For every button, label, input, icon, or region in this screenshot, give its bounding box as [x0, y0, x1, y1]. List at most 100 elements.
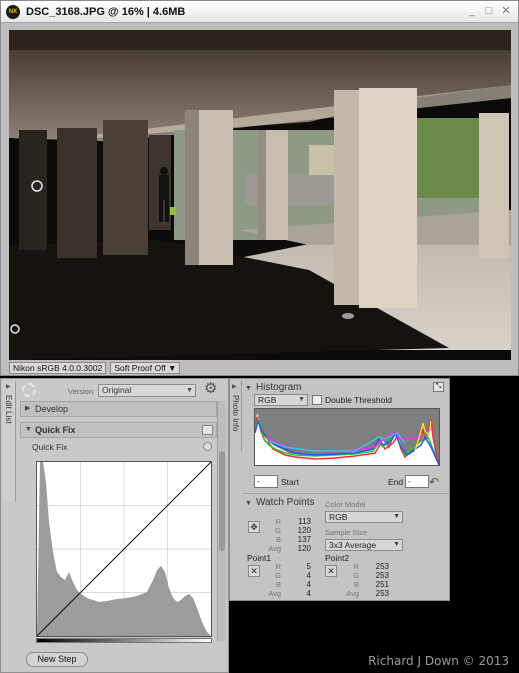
- histogram-display[interactable]: [254, 408, 440, 466]
- copyright-watermark: Richard J Down © 2013: [368, 654, 509, 668]
- develop-section[interactable]: ▶ Develop: [20, 401, 217, 417]
- point2-r-value: 253: [375, 562, 389, 571]
- photo-info-tab[interactable]: ▶ Photo Info: [230, 381, 242, 451]
- minimize-button[interactable]: _: [466, 5, 478, 17]
- start-label: Start: [281, 477, 299, 487]
- develop-label: Develop: [35, 404, 69, 414]
- color-profile-label: Nikon sRGB 4.0.0.3002: [9, 362, 107, 374]
- point1-avg-value: 4: [306, 589, 311, 598]
- point2-g-value: 253: [375, 571, 389, 580]
- version-dropdown[interactable]: Original ▼: [98, 384, 196, 397]
- image-window: NX DSC_3168.JPG @ 16% | 4.6MB _ □ ✕ Niko…: [0, 0, 519, 376]
- quick-fix-checkbox[interactable]: [202, 425, 213, 435]
- delete-point-icon: ✕: [327, 566, 335, 576]
- double-threshold-label: Double Threshold: [325, 395, 392, 405]
- collapse-arrow-icon: ▼: [245, 500, 252, 507]
- channel-label-r: R: [275, 517, 281, 526]
- sample-size-label: Sample Size: [325, 528, 368, 537]
- point2-label-avg: Avg: [346, 589, 359, 598]
- dropdown-arrow-icon: ▼: [393, 513, 400, 520]
- dropdown-arrow-icon: ▼: [186, 387, 193, 394]
- color-model-label: Color Model: [325, 500, 366, 509]
- collapse-arrow-icon: ▼: [245, 385, 252, 392]
- quick-fix-sublabel: Quick Fix: [32, 442, 68, 452]
- dropdown-arrow-icon: ▼: [298, 396, 305, 403]
- close-button[interactable]: ✕: [500, 5, 512, 17]
- version-value: Original: [102, 385, 132, 395]
- photo-info-tab-label: Photo Info: [231, 395, 240, 432]
- watch-points-header[interactable]: ▼ Watch Points: [245, 497, 314, 508]
- window-titlebar[interactable]: NX DSC_3168.JPG @ 16% | 4.6MB _ □ ✕: [1, 1, 518, 23]
- start-input[interactable]: -: [254, 475, 278, 488]
- dropdown-arrow-icon: ▼: [393, 541, 400, 548]
- edit-list-panel: ▶ Edit List Version Original ▼ ⚙ ▶ Devel…: [0, 378, 229, 673]
- color-model-value: RGB: [329, 512, 348, 522]
- eyedropper-target-icon[interactable]: ⤡: [433, 382, 444, 392]
- maximize-button[interactable]: □: [483, 5, 495, 17]
- point1-g-value: 4: [306, 571, 311, 580]
- collapse-arrow-icon[interactable]: ▶: [232, 383, 237, 390]
- point2-label-r: R: [353, 562, 359, 571]
- quick-fix-reset-radio[interactable]: [203, 442, 212, 451]
- gear-icon[interactable]: ⚙: [204, 381, 217, 397]
- point1-r-value: 5: [306, 562, 311, 571]
- channel-label-avg: Avg: [268, 544, 281, 553]
- quick-fix-label: Quick Fix: [35, 425, 76, 435]
- channel-label-g: G: [275, 526, 281, 535]
- end-label: End: [388, 477, 404, 487]
- histogram-label: Histogram: [255, 382, 302, 393]
- busy-spinner-icon: [22, 383, 36, 397]
- delete-point1-button[interactable]: ✕: [248, 565, 260, 577]
- point1-label-b: B: [275, 580, 281, 589]
- window-title: DSC_3168.JPG @ 16% | 4.6MB: [26, 6, 186, 18]
- new-step-button[interactable]: New Step: [26, 652, 88, 667]
- active-b-value: 137: [297, 535, 311, 544]
- nx-logo-icon: NX: [6, 5, 20, 19]
- soft-proof-dropdown[interactable]: Soft Proof Off ▼: [110, 362, 181, 374]
- scrollbar-thumb[interactable]: [219, 451, 225, 551]
- histogram-graph: [255, 413, 439, 465]
- histogram-channel-dropdown[interactable]: RGB ▼: [254, 394, 308, 406]
- tone-curve-graph: [37, 462, 211, 636]
- point1-b-value: 4: [306, 580, 311, 589]
- photo-image: [9, 30, 511, 360]
- crosshair-icon: ✥: [250, 522, 258, 532]
- watch-points-label: Watch Points: [255, 497, 315, 508]
- tone-ramp-bar: [36, 638, 212, 643]
- edit-list-scrollbar[interactable]: [217, 401, 226, 641]
- soft-proof-label: Soft Proof Off: [114, 363, 166, 373]
- add-watch-point-button[interactable]: ✥: [248, 521, 260, 533]
- point2-label-g: G: [353, 571, 359, 580]
- point2-b-value: 251: [375, 580, 389, 589]
- quick-fix-section[interactable]: ▼ Quick Fix: [20, 422, 217, 438]
- active-g-value: 120: [297, 526, 311, 535]
- photo-info-panel: ▶ Photo Info ▼ Histogram ⤡ RGB ▼ Double T…: [229, 378, 450, 601]
- point1-label-g: G: [275, 571, 281, 580]
- end-input[interactable]: -: [405, 475, 429, 488]
- double-threshold-checkbox[interactable]: [312, 395, 322, 405]
- sample-size-value: 3x3 Average: [329, 540, 377, 550]
- tone-curve-editor[interactable]: [36, 461, 212, 637]
- sample-size-dropdown[interactable]: 3x3 Average ▼: [325, 539, 403, 551]
- dropdown-arrow-icon: ▼: [168, 363, 177, 373]
- active-r-value: 113: [298, 517, 311, 526]
- photo-canvas[interactable]: [9, 30, 511, 360]
- edit-list-tab[interactable]: ▶ Edit List: [3, 381, 16, 501]
- point1-label-avg: Avg: [268, 589, 281, 598]
- point2-label-b: B: [353, 580, 359, 589]
- delete-point2-button[interactable]: ✕: [325, 565, 337, 577]
- status-bar: Nikon sRGB 4.0.0.3002 Soft Proof Off ▼: [9, 362, 511, 374]
- channel-label-b: B: [275, 535, 281, 544]
- version-label: Version: [68, 387, 94, 396]
- expand-arrow-icon: ▶: [25, 405, 31, 412]
- active-avg-value: 120: [297, 544, 311, 553]
- panel-divider: [243, 493, 449, 494]
- reset-icon[interactable]: ↶: [429, 475, 439, 489]
- color-model-dropdown[interactable]: RGB ▼: [325, 511, 403, 523]
- collapse-arrow-icon: ▼: [25, 426, 32, 433]
- point1-label-r: R: [275, 562, 281, 571]
- collapse-arrow-icon[interactable]: ▶: [6, 383, 11, 390]
- histogram-header[interactable]: ▼ Histogram: [245, 382, 302, 393]
- edit-list-tab-label: Edit List: [4, 395, 13, 424]
- delete-point-icon: ✕: [250, 566, 258, 576]
